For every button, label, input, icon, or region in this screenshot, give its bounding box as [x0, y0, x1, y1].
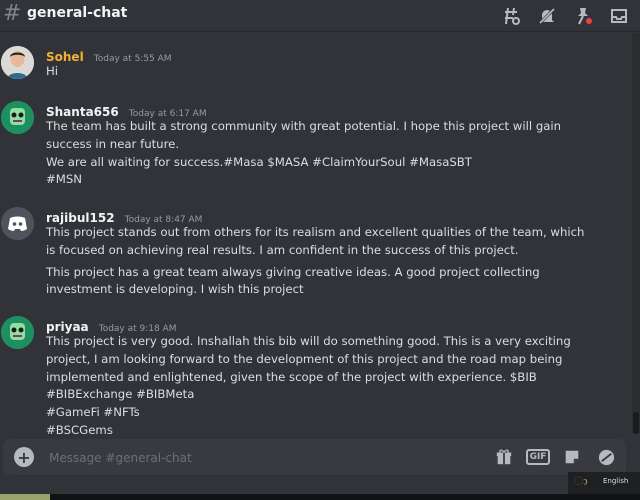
gif-label: GIF [525, 449, 551, 465]
avatar[interactable] [1, 101, 34, 134]
message-input[interactable] [47, 447, 451, 469]
threads-icon[interactable] [498, 3, 524, 29]
message-author[interactable]: Shanta656 [46, 105, 119, 119]
bottom-thumbnail [0, 494, 50, 500]
message-author[interactable]: rajibul152 [46, 211, 115, 225]
pin-icon[interactable] [570, 3, 596, 29]
message-text: #MSN [46, 172, 83, 187]
message-text: This project stands out from others for … [46, 225, 585, 257]
message-list: Sohel Today at 5:55 AM Hi Shanta656 Toda… [0, 33, 632, 437]
add-attachment-button[interactable]: + [14, 447, 34, 467]
message-author[interactable]: Sohel [46, 50, 84, 64]
gif-button[interactable]: GIF [525, 445, 551, 469]
channel-title: general-chat [27, 5, 128, 21]
message-text: The team has built a strong community wi… [46, 119, 562, 151]
message-text: Hi [46, 64, 59, 78]
language-label[interactable]: English [603, 477, 628, 485]
message-composer: + GIF [3, 439, 626, 475]
message-text: #GameFi #NFTs [46, 405, 140, 420]
avatar[interactable] [1, 316, 34, 349]
language-icon[interactable]: ා [574, 474, 587, 489]
message-text: This project is very good. Inshallah thi… [46, 334, 571, 402]
channel-hash-icon: # [3, 1, 22, 26]
message-text: #BSCGems [46, 422, 113, 437]
message-scrollbar[interactable] [632, 33, 640, 433]
message-author[interactable]: priyaa [46, 320, 89, 334]
emoji-icon[interactable] [594, 445, 618, 469]
gift-icon[interactable] [492, 445, 516, 469]
header-toolbar [498, 3, 640, 29]
bottom-strip [0, 494, 640, 500]
avatar[interactable] [1, 207, 34, 240]
avatar[interactable] [1, 46, 34, 79]
channel-header: # general-chat [0, 0, 640, 32]
inbox-icon[interactable] [606, 3, 632, 29]
mute-bell-icon[interactable] [534, 3, 560, 29]
message-text: This project has a great team always giv… [46, 264, 540, 297]
composer-toolbar: GIF [492, 445, 618, 469]
scrollbar-thumb[interactable] [633, 412, 639, 434]
sticker-icon[interactable] [560, 445, 584, 469]
message-text: We are all waiting for success.#Masa $MA… [46, 154, 472, 169]
taskbar-language-area: ා English [568, 472, 640, 494]
